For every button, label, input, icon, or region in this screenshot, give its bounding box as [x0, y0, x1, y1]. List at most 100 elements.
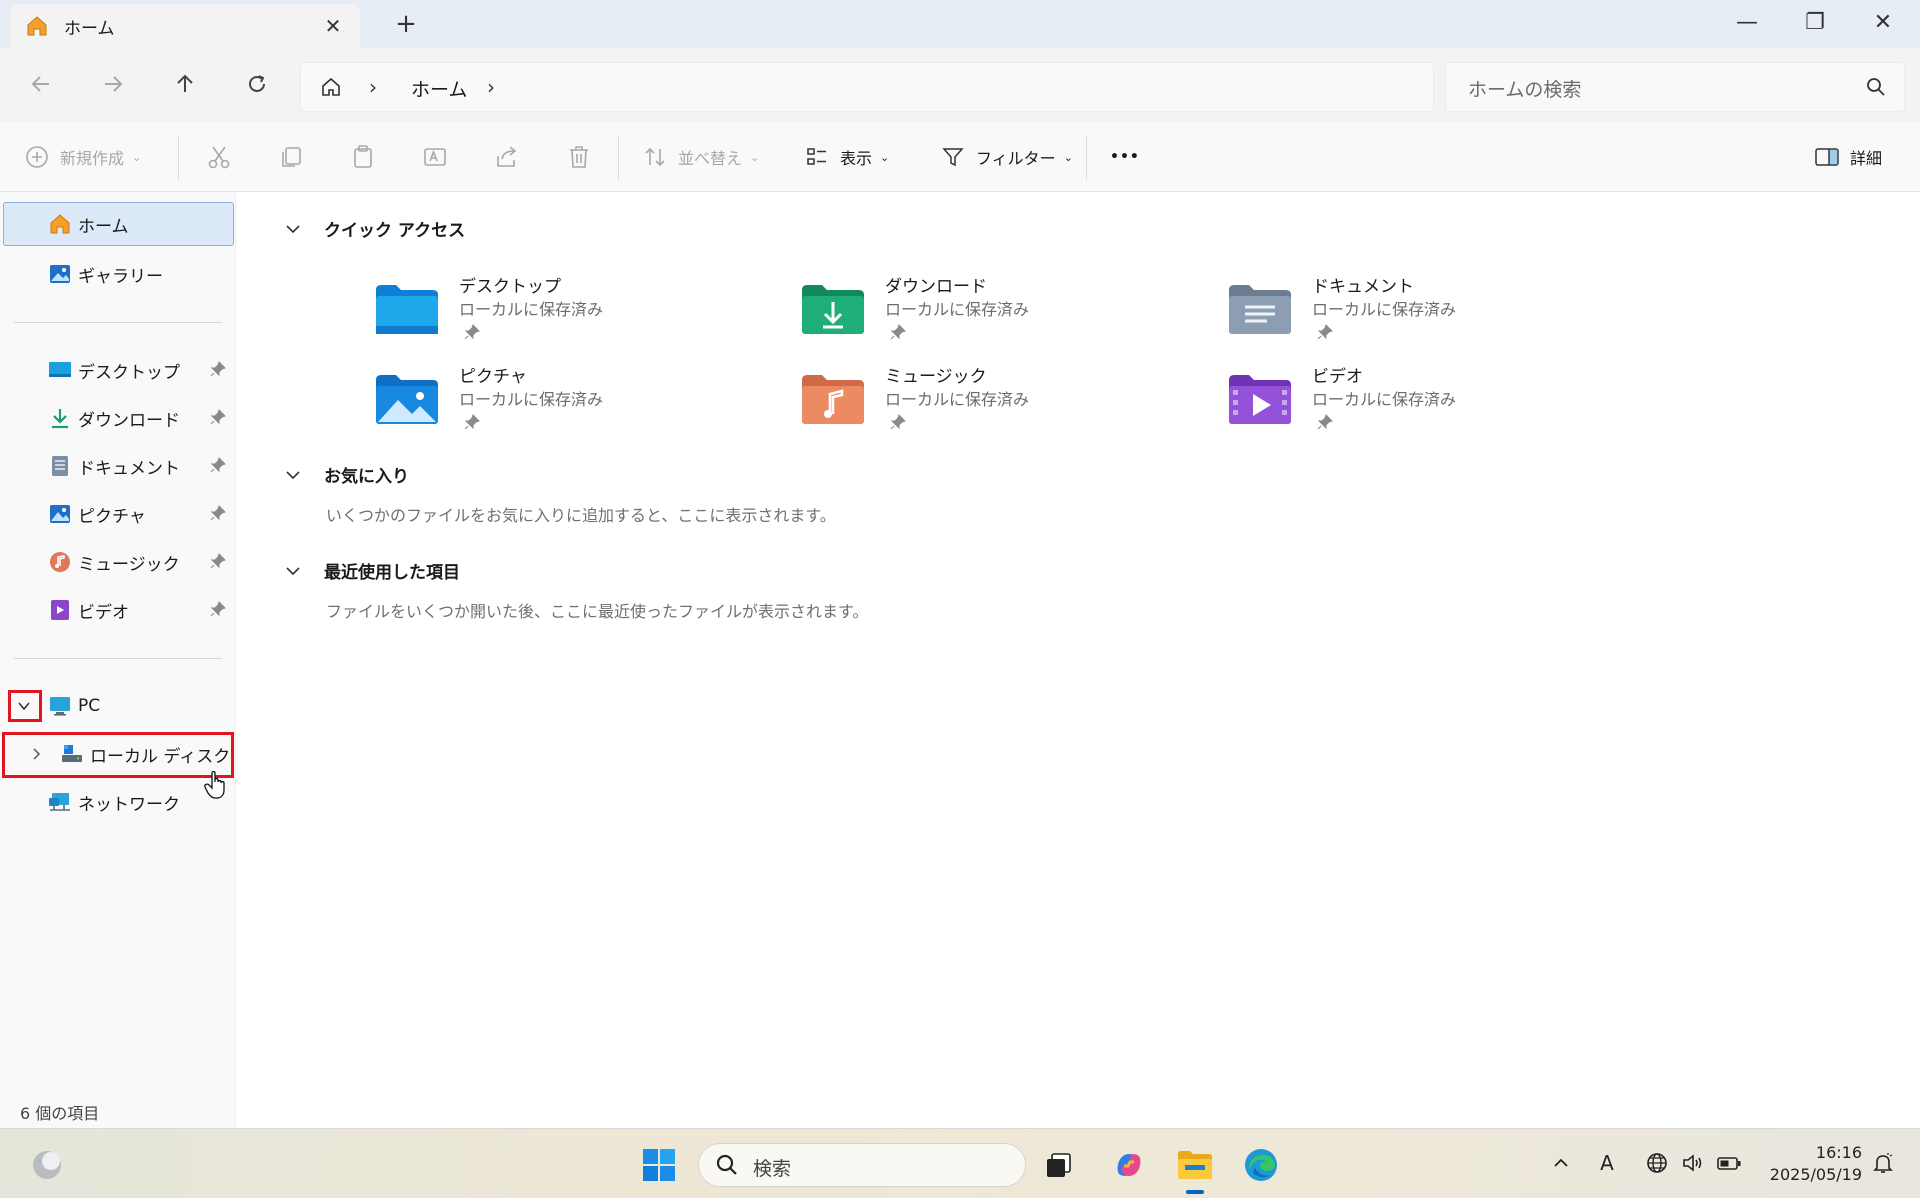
recent-header[interactable]: 最近使用した項目: [282, 558, 460, 583]
filter-button[interactable]: フィルター ⌄: [940, 140, 1073, 174]
quick-access-item[interactable]: ビデオ ローカルに保存済み: [1227, 362, 1487, 442]
ime-indicator[interactable]: A: [1592, 1148, 1622, 1178]
task-view-icon[interactable]: [1036, 1142, 1082, 1188]
details-pane-icon: [1814, 144, 1840, 170]
up-button[interactable]: [168, 70, 202, 104]
back-button[interactable]: [24, 70, 58, 104]
refresh-icon: [249, 75, 265, 92]
quick-access-item[interactable]: ピクチャ ローカルに保存済み: [374, 362, 634, 442]
sidebar-item-music[interactable]: ミュージック: [4, 540, 232, 584]
edge-browser-icon[interactable]: [1238, 1142, 1284, 1188]
pin-icon[interactable]: [210, 457, 226, 477]
rename-button[interactable]: [420, 142, 450, 172]
taskbar-search[interactable]: 検索: [698, 1143, 1026, 1187]
chevron-down-icon: ⌄: [880, 150, 890, 164]
notification-bell-icon[interactable]: [1868, 1148, 1898, 1178]
sidebar-item-label: PC: [78, 696, 101, 716]
clock[interactable]: 16:16 2025/05/19: [1762, 1142, 1862, 1186]
sidebar-divider: [14, 658, 222, 659]
pin-icon[interactable]: [210, 601, 226, 621]
close-tab-icon[interactable]: ✕: [322, 15, 344, 37]
pin-icon[interactable]: [210, 361, 226, 381]
pin-icon[interactable]: [210, 505, 226, 525]
delete-button[interactable]: [564, 142, 594, 172]
view-button[interactable]: 表示 ⌄: [804, 140, 889, 174]
quick-access-item[interactable]: ミュージック ローカルに保存済み: [800, 362, 1060, 442]
sidebar-item-network[interactable]: ネットワーク: [4, 780, 232, 824]
close-window-button[interactable]: ✕: [1868, 8, 1898, 38]
pin-icon: [1317, 324, 1333, 344]
forward-button[interactable]: [96, 70, 130, 104]
new-button[interactable]: 新規作成 ⌄: [24, 140, 141, 174]
favorites-header[interactable]: お気に入り: [282, 462, 409, 487]
item-name: ドキュメント: [1312, 277, 1414, 297]
copilot-icon[interactable]: [1106, 1142, 1152, 1188]
item-subtitle: ローカルに保存済み: [885, 300, 1030, 319]
minimize-button[interactable]: —: [1732, 8, 1762, 38]
sidebar-item-home[interactable]: ホーム: [3, 202, 234, 246]
sidebar-item-label: ダウンロード: [78, 410, 180, 431]
tab-home[interactable]: ホーム ✕: [10, 4, 360, 48]
sidebar-item-desktop[interactable]: デスクトップ: [4, 348, 232, 392]
quick-access-header[interactable]: クイック アクセス: [282, 216, 465, 241]
sidebar-item-documents[interactable]: ドキュメント: [4, 444, 232, 488]
sort-label: 並べ替え: [678, 149, 743, 168]
item-subtitle: ローカルに保存済み: [885, 390, 1030, 409]
chevron-down-icon: [282, 560, 304, 582]
quick-access-item[interactable]: デスクトップ ローカルに保存済み: [374, 272, 634, 352]
pin-icon: [464, 324, 480, 344]
item-subtitle: ローカルに保存済み: [459, 300, 604, 319]
refresh-button[interactable]: [240, 70, 274, 104]
sort-button[interactable]: 並べ替え ⌄: [642, 140, 759, 174]
paste-button[interactable]: [348, 142, 378, 172]
globe-network-icon[interactable]: [1642, 1148, 1672, 1178]
quick-access-item[interactable]: ダウンロード ローカルに保存済み: [800, 272, 1060, 352]
item-subtitle: ローカルに保存済み: [459, 390, 604, 409]
sidebar-item-label: ミュージック: [78, 554, 180, 575]
show-hidden-icons-chevron-up-icon[interactable]: [1546, 1148, 1576, 1178]
network-icon: [48, 790, 72, 814]
copy-button[interactable]: [276, 142, 306, 172]
breadcrumb-separator[interactable]: ›: [487, 75, 495, 99]
chevron-down-icon: ⌄: [750, 150, 760, 164]
cut-button[interactable]: [204, 142, 234, 172]
sidebar-item-downloads[interactable]: ダウンロード: [4, 396, 232, 440]
download-folder-icon: [802, 285, 864, 334]
search-icon: [715, 1153, 739, 1181]
sidebar-item-pictures[interactable]: ピクチャ: [4, 492, 232, 536]
battery-icon[interactable]: [1714, 1148, 1744, 1178]
pin-icon[interactable]: [210, 553, 226, 573]
quick-access-item[interactable]: ドキュメント ローカルに保存済み: [1227, 272, 1487, 352]
more-options-button[interactable]: •••: [1110, 140, 1140, 174]
search-input[interactable]: ホームの検索: [1468, 75, 1581, 102]
back-arrow-icon: [31, 76, 49, 92]
breadcrumb-home[interactable]: ホーム: [411, 75, 467, 102]
file-explorer-taskbar-icon[interactable]: [1172, 1142, 1218, 1188]
pictures-folder-icon: [376, 375, 438, 424]
details-pane-button[interactable]: 詳細: [1814, 140, 1882, 174]
sidebar-item-label: ピクチャ: [78, 506, 146, 527]
start-button[interactable]: [636, 1142, 682, 1188]
chevron-down-icon: ⌄: [132, 150, 142, 164]
pin-icon[interactable]: [210, 409, 226, 429]
documents-folder-icon: [1229, 285, 1291, 334]
address-bar[interactable]: › ホーム ›: [300, 62, 1434, 112]
maximize-button[interactable]: ❐: [1800, 8, 1830, 38]
search-box[interactable]: ホームの検索: [1445, 62, 1905, 112]
windows-logo-icon: [643, 1149, 675, 1181]
home-outline-icon[interactable]: [319, 75, 343, 103]
sidebar-item-pc[interactable]: PC: [4, 684, 232, 728]
new-tab-button[interactable]: +: [392, 10, 420, 38]
sidebar-item-label: ホーム: [78, 216, 129, 237]
breadcrumb-separator[interactable]: ›: [369, 75, 377, 99]
share-button[interactable]: [492, 142, 522, 172]
widgets-icon[interactable]: [24, 1142, 70, 1188]
taskbar-search-input[interactable]: 検索: [753, 1154, 791, 1181]
sort-icon: [642, 144, 668, 170]
section-title: 最近使用した項目: [324, 563, 460, 583]
sidebar-item-gallery[interactable]: ギャラリー: [4, 252, 232, 296]
hand-cursor-icon: [204, 770, 230, 804]
volume-icon[interactable]: [1678, 1148, 1708, 1178]
sidebar-item-label: デスクトップ: [78, 362, 180, 383]
sidebar-item-videos[interactable]: ビデオ: [4, 588, 232, 632]
